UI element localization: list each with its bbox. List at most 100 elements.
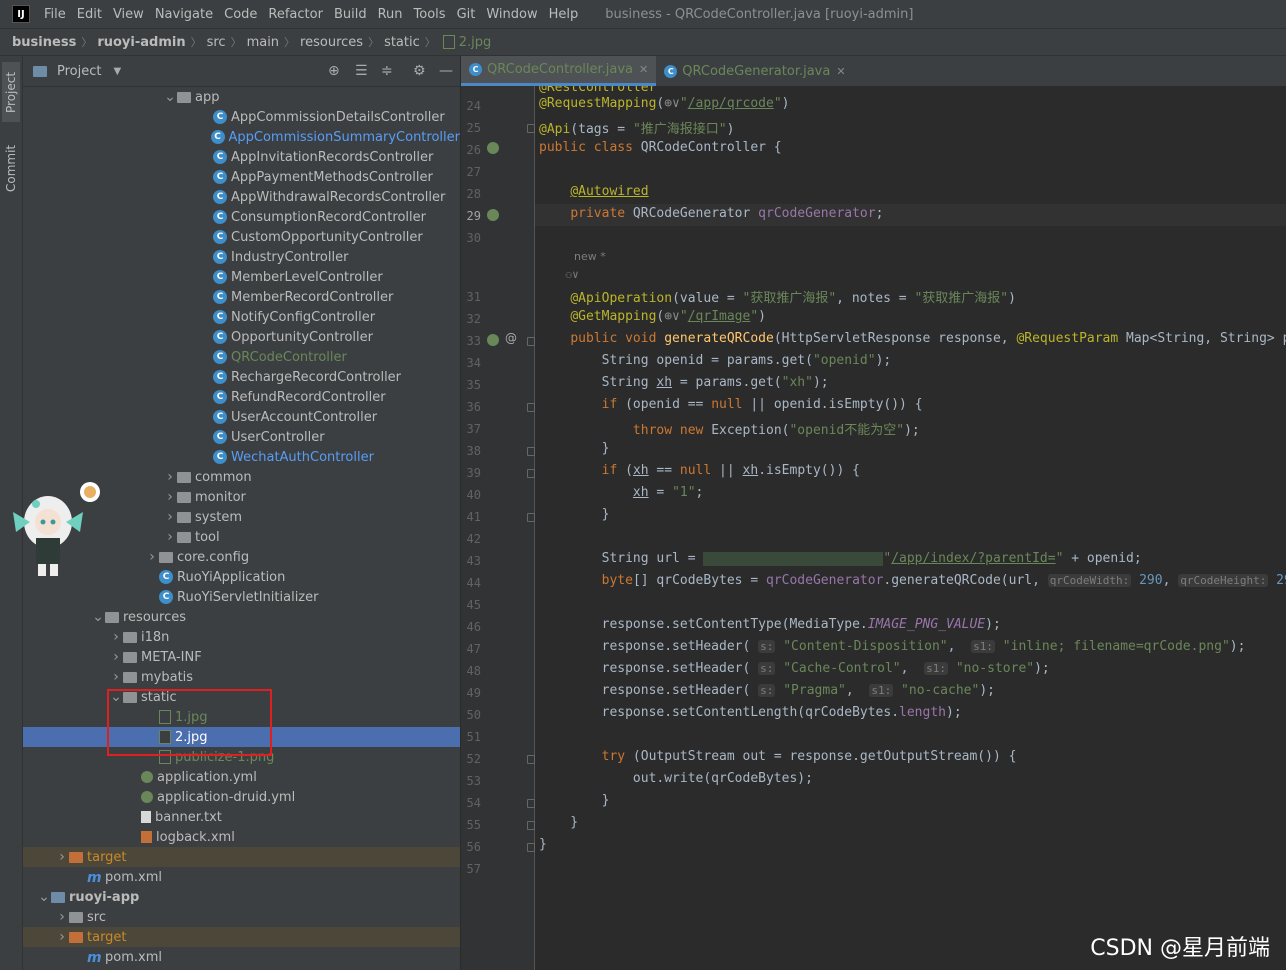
- tree-item[interactable]: C AppWithdrawalRecordsController: [23, 187, 460, 207]
- breadcrumb-item[interactable]: src: [207, 35, 226, 50]
- tree-item[interactable]: C MemberLevelController: [23, 267, 460, 287]
- close-icon[interactable]: ✕: [836, 65, 845, 78]
- tree-item[interactable]: › target: [23, 927, 460, 947]
- tree-item[interactable]: C UserAccountController: [23, 407, 460, 427]
- gear-icon[interactable]: ⚙: [413, 63, 426, 79]
- tab-qrcode-controller[interactable]: C QRCodeController.java ✕: [461, 56, 657, 86]
- fold-marker-icon[interactable]: [527, 843, 535, 852]
- menu-edit[interactable]: Edit: [77, 7, 102, 22]
- menu-build[interactable]: Build: [334, 7, 367, 22]
- tree-item[interactable]: ⌄ resources: [23, 607, 460, 627]
- chevron-down-icon[interactable]: ⌄: [91, 609, 105, 625]
- tree-item[interactable]: C IndustryController: [23, 247, 460, 267]
- tab-qrcode-generator[interactable]: C QRCodeGenerator.java ✕: [656, 56, 853, 86]
- chevron-right-icon[interactable]: ›: [109, 649, 123, 665]
- locate-file-icon[interactable]: ⊕: [328, 63, 340, 79]
- tree-item[interactable]: C RuoYiServletInitializer: [23, 587, 460, 607]
- chevron-right-icon[interactable]: ›: [163, 509, 177, 525]
- spring-autowired-icon[interactable]: [487, 209, 499, 221]
- line-number: 35: [466, 378, 481, 392]
- chevron-right-icon[interactable]: ›: [163, 529, 177, 545]
- tree-item[interactable]: C AppCommissionSummaryController: [23, 127, 460, 147]
- tree-item[interactable]: C NotifyConfigController: [23, 307, 460, 327]
- menu-navigate[interactable]: Navigate: [155, 7, 213, 22]
- tree-item[interactable]: C OpportunityController: [23, 327, 460, 347]
- tree-item[interactable]: ⌄ ruoyi-app: [23, 887, 460, 907]
- fold-marker-icon[interactable]: [527, 337, 535, 346]
- menu-refactor[interactable]: Refactor: [268, 7, 323, 22]
- tree-item[interactable]: C ConsumptionRecordController: [23, 207, 460, 227]
- close-icon[interactable]: ✕: [639, 63, 648, 76]
- chevron-right-icon[interactable]: ›: [55, 909, 69, 925]
- fold-marker-icon[interactable]: [527, 403, 535, 412]
- project-panel-title[interactable]: Project: [57, 64, 101, 79]
- chevron-right-icon[interactable]: ›: [163, 489, 177, 505]
- chevron-right-icon[interactable]: ›: [109, 669, 123, 685]
- breadcrumb-item[interactable]: business: [12, 35, 76, 50]
- editor-gutter[interactable]: @ 24 25 26 27 28 29 30 31 32 33 34 35 36 37 38 39 40 41 42…: [461, 86, 535, 970]
- chevron-right-icon[interactable]: ›: [55, 849, 69, 865]
- menu-run[interactable]: Run: [378, 7, 403, 22]
- chevron-down-icon[interactable]: ⌄: [163, 89, 177, 105]
- intellij-logo-icon[interactable]: IJ: [12, 5, 30, 23]
- breadcrumb-item[interactable]: static: [384, 35, 420, 50]
- tree-item[interactable]: › i18n: [23, 627, 460, 647]
- tree-item[interactable]: › target: [23, 847, 460, 867]
- tree-item[interactable]: C MemberRecordController: [23, 287, 460, 307]
- menu-tools[interactable]: Tools: [414, 7, 446, 22]
- fold-marker-icon[interactable]: [527, 124, 535, 133]
- collapse-all-icon[interactable]: ≑: [381, 63, 393, 79]
- breadcrumb-item[interactable]: resources: [300, 35, 363, 50]
- fold-marker-icon[interactable]: [527, 755, 535, 764]
- menu-git[interactable]: Git: [457, 7, 476, 22]
- breadcrumb-item[interactable]: ruoyi-admin: [97, 35, 185, 50]
- code-editor[interactable]: @RestController @RequestMapping(⊕∨"/app/…: [535, 86, 1286, 970]
- chevron-right-icon[interactable]: ›: [55, 929, 69, 945]
- fold-marker-icon[interactable]: [527, 447, 535, 456]
- breadcrumb-item[interactable]: 2.jpg: [459, 35, 492, 50]
- tree-item[interactable]: C RechargeRecordController: [23, 367, 460, 387]
- menu-help[interactable]: Help: [549, 7, 579, 22]
- tree-item[interactable]: m pom.xml: [23, 947, 460, 967]
- fold-marker-icon[interactable]: [527, 821, 535, 830]
- tree-item[interactable]: C UserController: [23, 427, 460, 447]
- menu-code[interactable]: Code: [224, 7, 257, 22]
- fold-marker-icon[interactable]: [527, 799, 535, 808]
- tree-item[interactable]: logback.xml: [23, 827, 460, 847]
- tree-item[interactable]: C CustomOpportunityController: [23, 227, 460, 247]
- at-annotation-icon[interactable]: @: [505, 331, 517, 345]
- menu-file[interactable]: File: [44, 7, 66, 22]
- tool-tab-commit[interactable]: Commit: [2, 136, 20, 200]
- chevron-right-icon[interactable]: ›: [145, 549, 159, 565]
- tool-tab-project[interactable]: Project: [2, 62, 20, 122]
- tree-item[interactable]: C AppInvitationRecordsController: [23, 147, 460, 167]
- dropdown-chevron-icon[interactable]: ▼: [113, 66, 121, 77]
- tree-item[interactable]: C RefundRecordController: [23, 387, 460, 407]
- tree-item[interactable]: › src: [23, 907, 460, 927]
- breadcrumb-item[interactable]: main: [247, 35, 279, 50]
- tree-item[interactable]: application-druid.yml: [23, 787, 460, 807]
- tree-item[interactable]: m pom.xml: [23, 867, 460, 887]
- chevron-down-icon[interactable]: ⌄: [37, 889, 51, 905]
- chevron-right-icon[interactable]: ›: [163, 469, 177, 485]
- spring-endpoint-icon[interactable]: [487, 334, 499, 346]
- tree-item[interactable]: banner.txt: [23, 807, 460, 827]
- tree-item[interactable]: C AppPaymentMethodsController: [23, 167, 460, 187]
- tree-item[interactable]: ⌄ app: [23, 87, 460, 107]
- line-number: 38: [466, 444, 481, 458]
- tree-item[interactable]: C WechatAuthController: [23, 447, 460, 467]
- tree-item[interactable]: application.yml: [23, 767, 460, 787]
- tree-item[interactable]: C QRCodeController: [23, 347, 460, 367]
- tree-item[interactable]: › mybatis: [23, 667, 460, 687]
- tree-item[interactable]: C AppCommissionDetailsController: [23, 107, 460, 127]
- menu-window[interactable]: Window: [486, 7, 537, 22]
- fold-marker-icon[interactable]: [527, 513, 535, 522]
- hide-panel-icon[interactable]: —: [439, 63, 453, 79]
- expand-all-icon[interactable]: ☰: [355, 63, 368, 79]
- menu-view[interactable]: View: [113, 7, 144, 22]
- line-number: 30: [466, 231, 481, 245]
- spring-bean-icon[interactable]: [487, 142, 499, 154]
- chevron-right-icon[interactable]: ›: [109, 629, 123, 645]
- fold-marker-icon[interactable]: [527, 469, 535, 478]
- tree-item[interactable]: › META-INF: [23, 647, 460, 667]
